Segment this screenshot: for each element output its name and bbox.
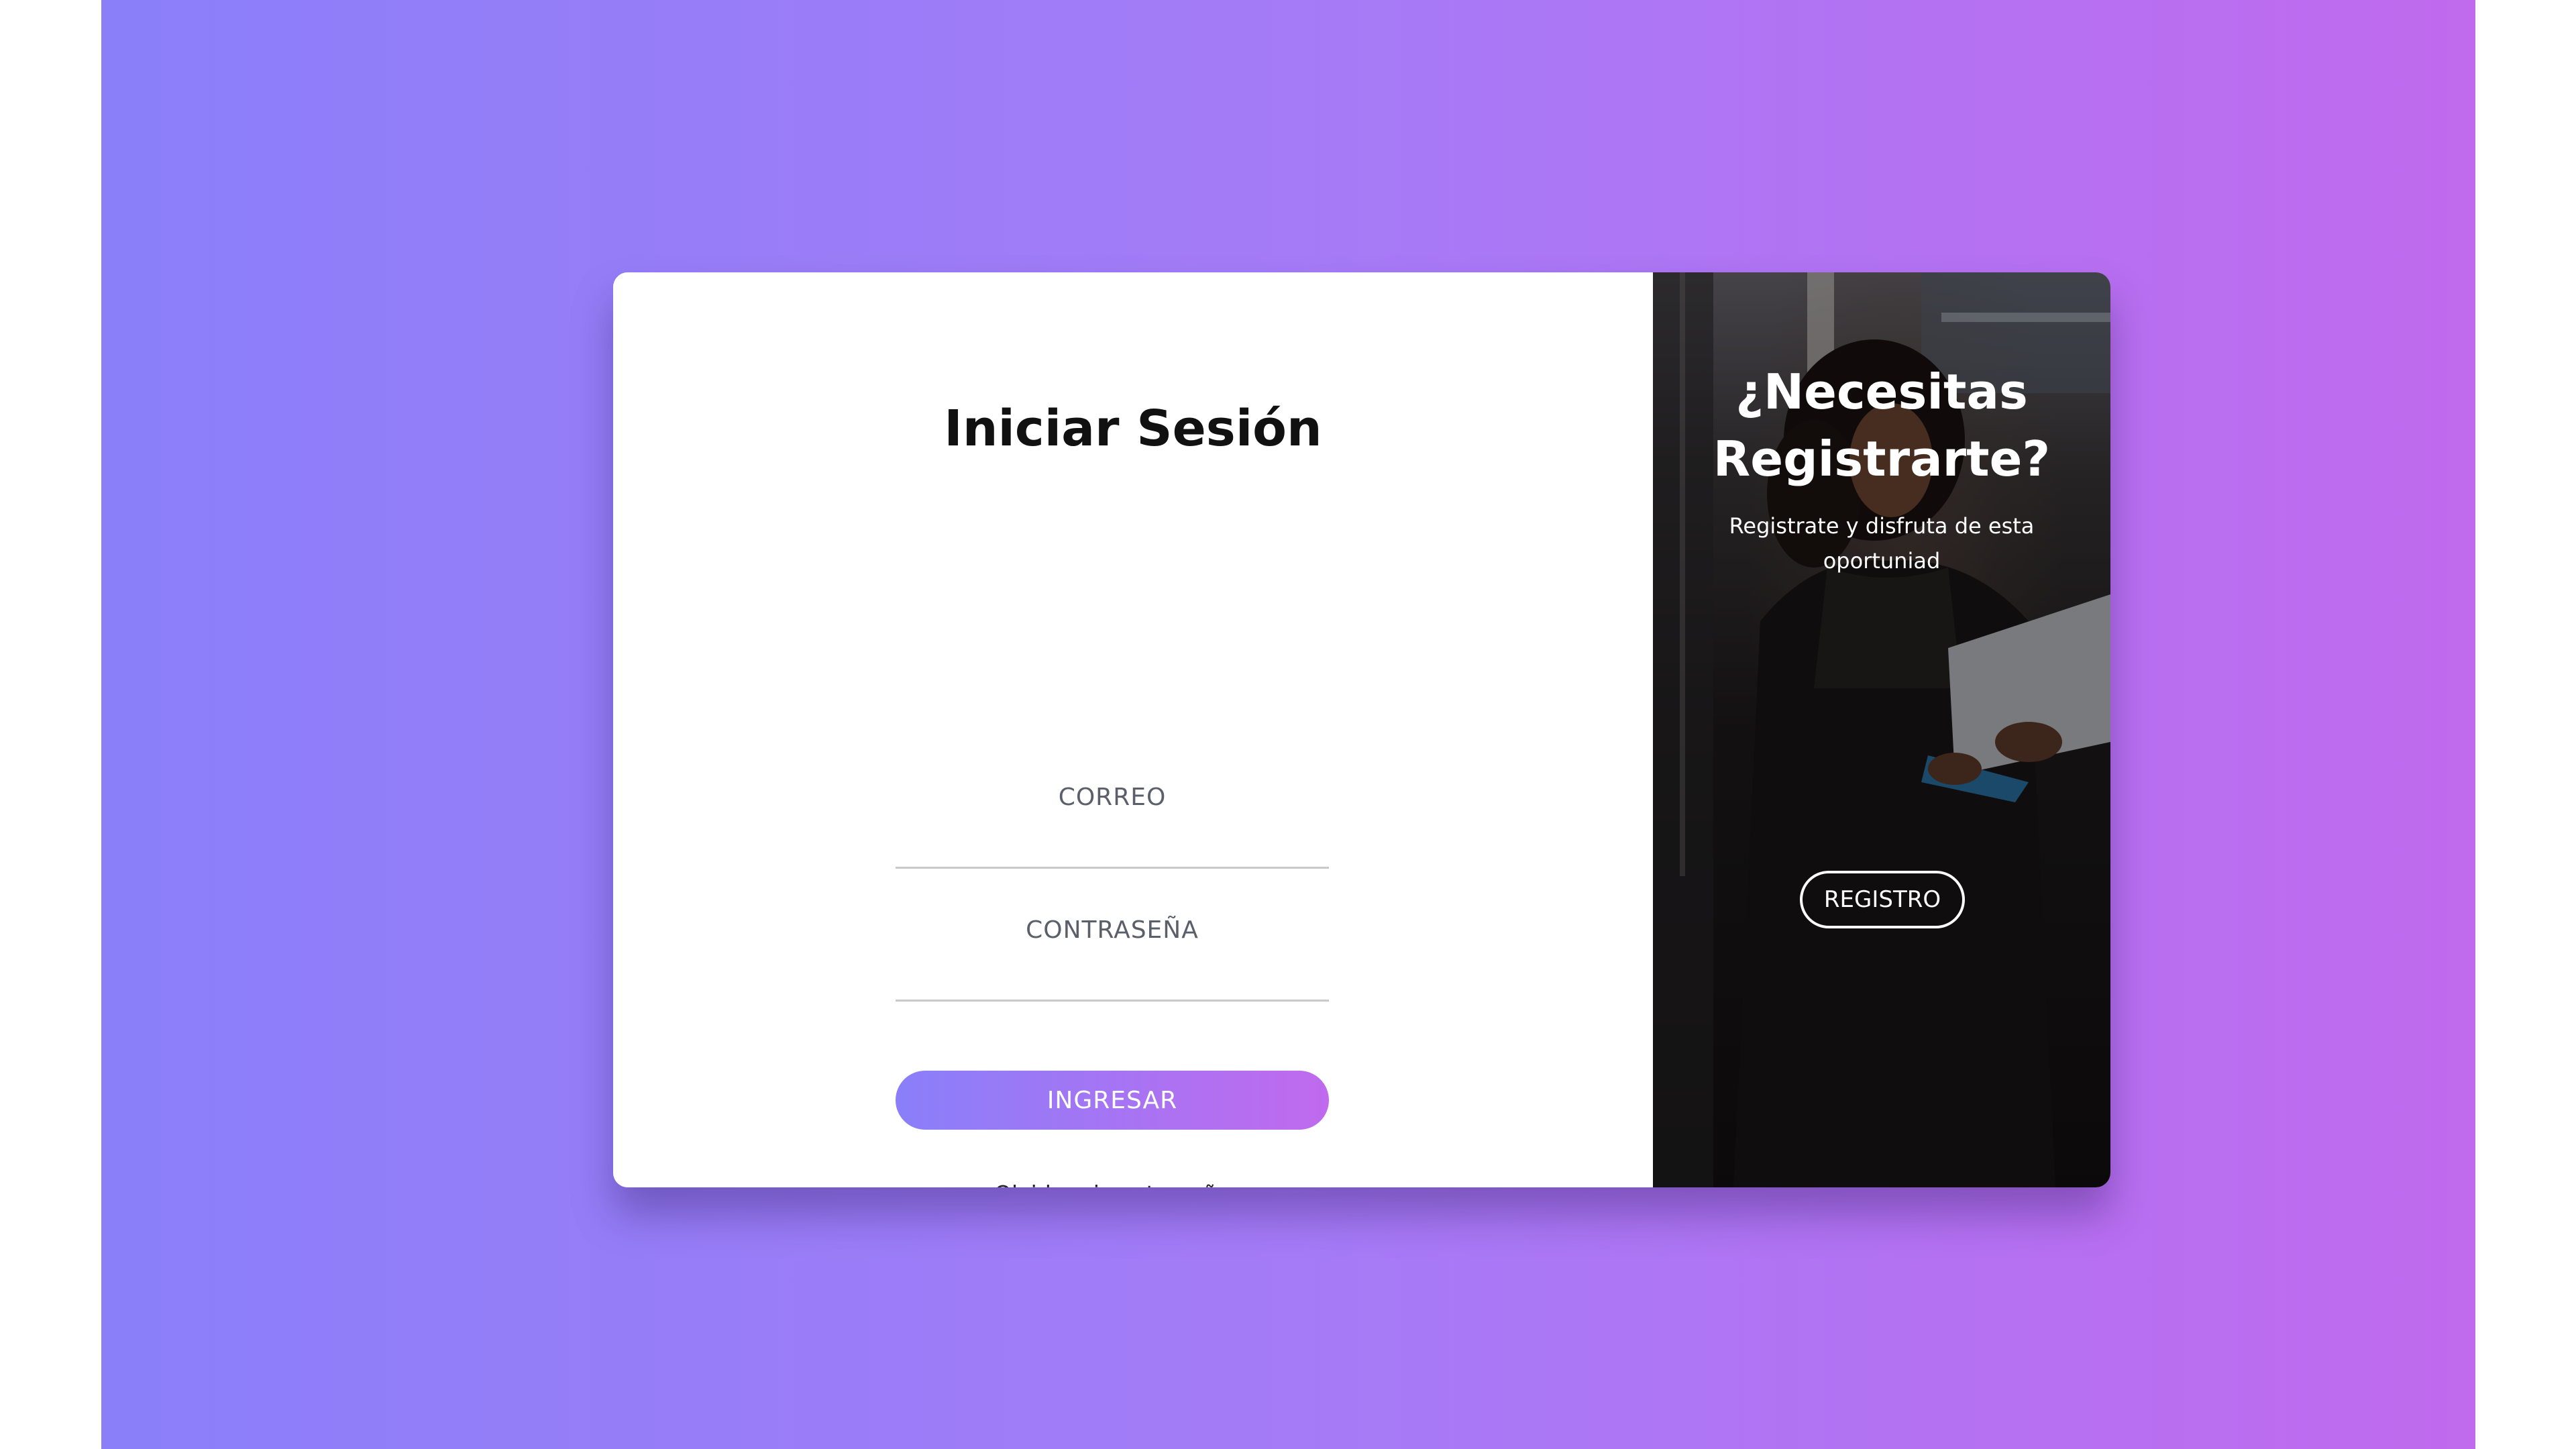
email-field-group: CORREO: [896, 784, 1329, 869]
email-label: CORREO: [1058, 784, 1167, 811]
register-title: ¿Necesitas Registrarte?: [1713, 364, 2051, 487]
login-title: Iniciar Sesión: [944, 400, 1322, 458]
password-field-group: CONTRASEÑA: [896, 916, 1329, 1002]
password-input[interactable]: [896, 959, 1329, 1002]
login-panel: Iniciar Sesión CORREO CONTRASEÑA INGRESA…: [613, 272, 1653, 1187]
login-button[interactable]: INGRESAR: [896, 1071, 1329, 1130]
password-label: CONTRASEÑA: [1026, 916, 1199, 944]
register-button[interactable]: REGISTRO: [1800, 871, 1965, 928]
email-input[interactable]: [896, 826, 1329, 869]
page-background: Iniciar Sesión CORREO CONTRASEÑA INGRESA…: [101, 0, 2475, 1449]
forgot-password-link[interactable]: Olvide mi contraseña: [896, 1181, 1329, 1187]
register-subtitle: Registrate y disfruta de esta oportuniad: [1729, 513, 2035, 574]
register-promo-panel: ¿Necesitas Registrarte? Registrate y dis…: [1653, 272, 2110, 1187]
auth-card: Iniciar Sesión CORREO CONTRASEÑA INGRESA…: [613, 272, 2110, 1187]
